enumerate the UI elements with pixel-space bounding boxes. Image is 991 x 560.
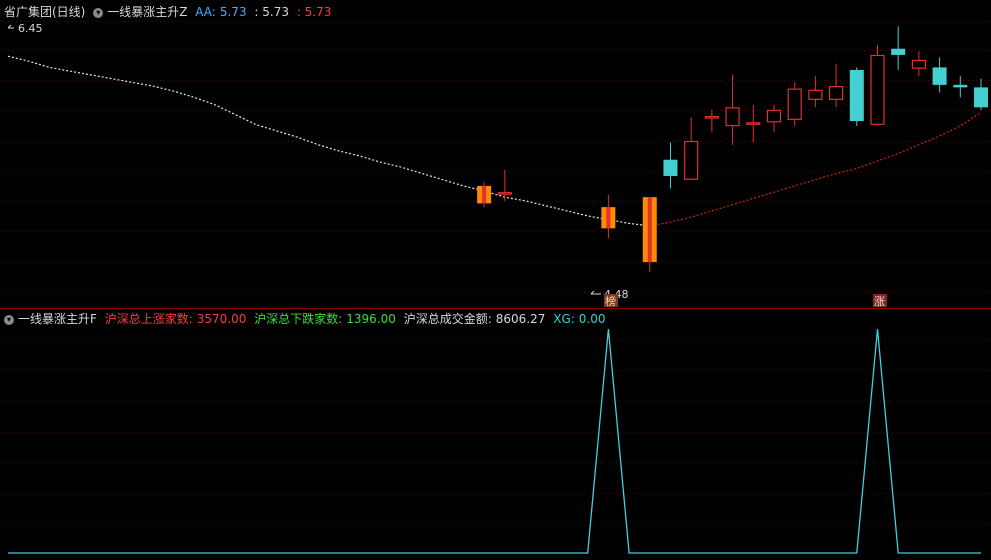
candle — [828, 63, 844, 108]
candle — [787, 82, 802, 127]
candles — [477, 26, 988, 273]
candle-body-up — [911, 59, 926, 69]
ma-line-red — [649, 111, 982, 227]
candle-body-down — [849, 69, 864, 122]
candle — [974, 78, 988, 110]
up-count-label: 沪深总上涨家数: — [104, 312, 193, 326]
xg-value: 0.00 — [578, 312, 606, 326]
candle — [601, 194, 616, 239]
aa-value: 5.73 — [219, 5, 247, 19]
candle — [911, 51, 926, 77]
candle — [725, 74, 740, 145]
aa-label: AA: — [195, 5, 216, 19]
chart-canvas[interactable]: 6.45 4.48 榜 涨 — [0, 0, 991, 560]
candle-body-center — [482, 185, 487, 204]
candle-body-up — [787, 88, 802, 120]
top-header: 省广集团(日线) ▾ 一线暴涨主升Z AA: 5.73 : 5.73 : 5.73 — [4, 4, 335, 20]
down-count-value: 1396.00 — [346, 312, 396, 326]
moving-average — [7, 55, 982, 227]
xg-signal — [8, 328, 981, 554]
candle — [642, 197, 657, 273]
candle — [477, 182, 492, 208]
candle — [849, 67, 864, 127]
candle — [870, 44, 885, 125]
xg-label: XG: — [553, 312, 575, 326]
candle-body-down — [974, 87, 988, 108]
candle — [684, 117, 699, 180]
candle-body-up — [704, 115, 719, 119]
candle-body-down — [891, 48, 906, 55]
value-3: : 5.73 — [296, 5, 332, 19]
candle-body-up — [870, 54, 885, 125]
high-label: 6.45 — [18, 22, 43, 35]
candle — [704, 109, 719, 133]
candle — [766, 104, 782, 133]
value-2: : 5.73 — [254, 5, 289, 19]
candle — [891, 26, 906, 70]
candle — [808, 76, 823, 108]
xg-line — [8, 328, 981, 554]
candle-body-up — [746, 122, 761, 125]
candle-body-up — [808, 89, 823, 100]
amount-label: 沪深总成交金额: — [403, 312, 492, 326]
candle-body-up — [497, 192, 512, 195]
stock-name: 省广集团(日线) — [4, 5, 86, 19]
indicator-name-top[interactable]: 一线暴涨主升Z — [107, 5, 187, 19]
candle-body-up — [684, 140, 699, 180]
candle-body-up — [828, 86, 844, 100]
candle-body-up — [725, 107, 740, 127]
candle-body-center — [647, 197, 652, 263]
candle-body-down — [663, 159, 678, 176]
bottom-header: ▾ 一线暴涨主升F 沪深总上涨家数: 3570.00 沪深总下跌家数: 1396.00… — [4, 311, 610, 327]
candle — [953, 76, 968, 98]
down-count-label: 沪深总下跌家数: — [254, 312, 343, 326]
marker-zhang: 涨 — [874, 295, 885, 308]
candle-body-down — [953, 84, 968, 88]
amount-value: 8606.27 — [495, 312, 546, 326]
candle — [663, 142, 678, 189]
chevron-down-icon[interactable]: ▾ — [93, 7, 104, 18]
candle-body-center — [606, 207, 611, 229]
candle — [932, 57, 947, 93]
up-count-value: 3570.00 — [196, 312, 247, 326]
indicator-name-bottom[interactable]: 一线暴涨主升F — [18, 312, 97, 326]
chevron-down-icon[interactable]: ▾ — [4, 314, 14, 325]
candle-body-up — [766, 109, 782, 123]
high-arrow-icon — [7, 24, 14, 29]
candle-body-down — [932, 67, 947, 85]
marker-bang: 榜 — [605, 294, 616, 308]
